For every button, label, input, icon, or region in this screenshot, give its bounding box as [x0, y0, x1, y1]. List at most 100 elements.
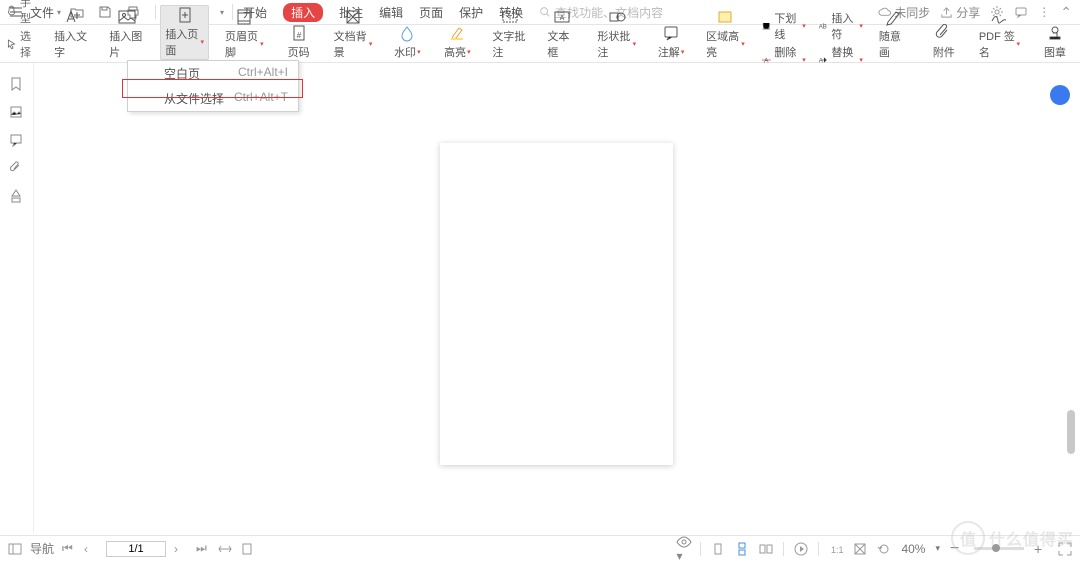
char-tools-group: AB插入符▾ A替换符▾	[818, 26, 863, 60]
comments-panel-icon[interactable]	[9, 133, 25, 149]
image-icon	[117, 8, 137, 26]
text-box-icon: A	[552, 8, 572, 26]
prev-page-icon[interactable]: ‹	[84, 542, 98, 556]
first-page-icon[interactable]: ⏮	[62, 541, 76, 556]
note-button[interactable]: 注解▾	[652, 24, 690, 60]
text-box-button[interactable]: A文本框	[543, 8, 581, 60]
two-page-icon[interactable]	[759, 542, 773, 556]
page-number-icon: #	[289, 24, 309, 42]
rotate-icon[interactable]	[877, 542, 891, 556]
zoom-dropdown-icon[interactable]: ▾	[935, 543, 940, 554]
pdf-sign-button[interactable]: PDF 签名▾	[975, 8, 1024, 60]
page-number-input[interactable]	[106, 541, 166, 557]
dropdown-arrow-icon: ▾	[417, 48, 421, 56]
continuous-page-icon[interactable]	[735, 542, 749, 556]
hand-icon	[6, 4, 17, 16]
ribbon-buttons: 插入文字 插入图片 插入页面▾ 页眉页脚▾ #页码 文档背景▾ 水印▾ 高亮▾ …	[50, 5, 1074, 60]
fit-icon[interactable]	[853, 542, 867, 556]
eye-protection-icon[interactable]: ▾	[676, 535, 690, 563]
svg-text:AB: AB	[819, 24, 827, 30]
dropdown-arrow-icon: ▾	[681, 48, 685, 56]
dropdown-arrow-icon: ▾	[369, 40, 373, 48]
dropdown-arrow-icon: ▾	[741, 40, 745, 48]
free-draw-button[interactable]: 随意画	[875, 8, 913, 60]
select-tool[interactable]: 选择	[6, 28, 40, 60]
dropdown-from-file[interactable]: 从文件选择 Ctrl+Alt+T	[128, 86, 298, 111]
separator	[700, 542, 701, 556]
fit-width-icon[interactable]	[218, 542, 232, 556]
page-1[interactable]	[440, 143, 673, 465]
dropdown-arrow-icon: ▾	[1016, 40, 1020, 48]
attachments-panel-icon[interactable]	[9, 161, 25, 177]
hand-tool[interactable]: 手型	[6, 0, 40, 26]
smzdm-watermark: 值 什么值得买	[951, 521, 1074, 555]
svg-text:T: T	[508, 15, 513, 22]
insert-char-icon: AB	[818, 21, 829, 31]
arrow-select-icon	[6, 38, 17, 50]
thumbnail-panel-icon[interactable]	[9, 105, 25, 121]
dropdown-arrow-icon: ▾	[200, 38, 204, 46]
paperclip-icon	[934, 24, 954, 42]
watermark-icon	[397, 24, 417, 42]
insert-text-icon	[62, 8, 82, 26]
watermark-text: 什么值得买	[989, 526, 1074, 550]
nav-toggle-icon[interactable]	[8, 542, 22, 556]
shape-annot-button[interactable]: 形状批注▾	[593, 8, 640, 60]
dropdown-arrow-icon: ▾	[467, 48, 471, 56]
zoom-level[interactable]: 40%	[901, 542, 925, 556]
single-page-icon[interactable]	[711, 542, 725, 556]
dropdown-arrow-icon: ▾	[802, 22, 806, 30]
insert-page-icon	[175, 6, 195, 24]
highlight-icon	[447, 24, 467, 42]
line-tools-group: 下划线▾ A删除线▾	[761, 26, 806, 60]
dropdown-arrow-icon: ▾	[633, 40, 637, 48]
shape-annot-icon	[607, 8, 627, 26]
insert-page-dropdown: 空白页 Ctrl+Alt+I 从文件选择 Ctrl+Alt+T	[127, 60, 299, 112]
nav-label: 导航	[30, 540, 54, 557]
watermark-circle: 值	[951, 521, 985, 555]
header-footer-icon	[234, 8, 254, 26]
status-bar: 导航 ⏮ ‹ › ⏭ ▾ 1:1 40% ▾ − +	[0, 535, 1080, 561]
insert-text-button[interactable]: 插入文字	[50, 8, 93, 60]
dropdown-blank-label: 空白页	[164, 65, 200, 82]
svg-text:1:1: 1:1	[831, 545, 843, 555]
assistant-badge-icon[interactable]	[1050, 85, 1070, 105]
separator	[783, 542, 784, 556]
area-highlight-button[interactable]: 区域高亮▾	[702, 8, 749, 60]
stamp-button[interactable]: 图章	[1036, 24, 1074, 60]
doc-background-button[interactable]: 文档背景▾	[330, 8, 377, 60]
dropdown-blank-page[interactable]: 空白页 Ctrl+Alt+I	[128, 61, 298, 86]
page-number-button[interactable]: #页码	[280, 24, 318, 60]
insert-page-button[interactable]: 插入页面▾	[160, 5, 209, 60]
document-canvas[interactable]	[34, 63, 1080, 535]
status-left: 导航 ⏮ ‹ › ⏭	[8, 540, 254, 557]
dropdown-from-file-label: 从文件选择	[164, 90, 224, 107]
highlight-button[interactable]: 高亮▾	[438, 24, 476, 60]
watermark-button[interactable]: 水印▾	[388, 24, 426, 60]
play-slideshow-icon[interactable]	[794, 542, 808, 556]
ribbon-selection-tools: 手型 选择	[6, 0, 40, 60]
stamp-icon	[1045, 24, 1065, 42]
signature-icon	[989, 8, 1009, 26]
actual-size-icon[interactable]: 1:1	[829, 542, 843, 556]
underline-button[interactable]: 下划线▾	[761, 10, 806, 42]
header-footer-button[interactable]: 页眉页脚▾	[221, 8, 268, 60]
last-page-icon[interactable]: ⏭	[196, 541, 210, 556]
svg-text:A: A	[560, 15, 565, 22]
bookmark-panel-icon[interactable]	[9, 77, 25, 93]
ribbon: 手型 选择 插入文字 插入图片 插入页面▾ 页眉页脚▾ #页码 文档背景▾ 水印…	[0, 25, 1080, 63]
shapes-panel-icon[interactable]	[9, 189, 25, 205]
vertical-scrollbar[interactable]	[1067, 410, 1075, 454]
insert-image-button[interactable]: 插入图片	[105, 8, 148, 60]
dropdown-arrow-icon: ▾	[859, 22, 863, 30]
next-page-icon[interactable]: ›	[174, 542, 188, 556]
attachment-button[interactable]: 附件	[925, 24, 963, 60]
fit-page-icon[interactable]	[240, 542, 254, 556]
note-icon	[661, 24, 681, 42]
separator	[818, 542, 819, 556]
insert-char-button[interactable]: AB插入符▾	[818, 10, 863, 42]
text-annot-button[interactable]: T文字批注	[488, 8, 531, 60]
underline-icon	[761, 21, 772, 31]
svg-text:#: #	[296, 31, 301, 40]
pencil-icon	[884, 8, 904, 26]
